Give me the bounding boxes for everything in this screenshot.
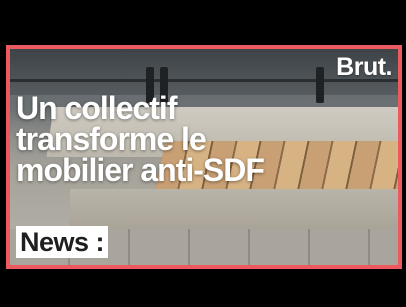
news-tag: News : (16, 226, 109, 258)
letterbox-top (0, 0, 406, 45)
video-thumbnail[interactable]: Brut. Un collectif transforme le mobilie… (6, 45, 402, 269)
headline: Un collectif transforme le mobilier anti… (16, 90, 396, 188)
letterbox-bottom (0, 269, 406, 307)
headline-line: transforme le (16, 121, 207, 157)
photo-bench-front (70, 189, 398, 229)
headline-line: mobilier anti-SDF (16, 152, 265, 188)
headline-line: Un collectif (16, 90, 177, 126)
brand-logo: Brut. (336, 53, 392, 81)
